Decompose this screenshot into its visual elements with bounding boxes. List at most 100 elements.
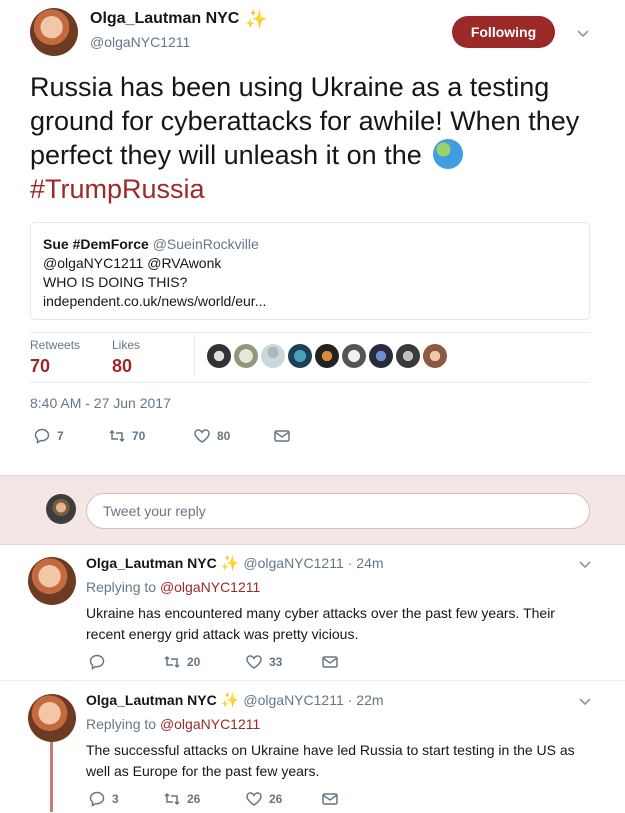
reply-time[interactable]: · 24m — [348, 555, 384, 571]
reply-icon — [34, 428, 50, 444]
retweets-stat[interactable]: Retweets 70 — [30, 338, 80, 377]
reply-author-avatar[interactable] — [28, 694, 76, 742]
like-button[interactable]: 80 — [193, 427, 273, 445]
like-count: 80 — [217, 429, 231, 443]
retweets-count: 70 — [30, 356, 51, 376]
quoted-author-name: Sue #DemForce — [43, 236, 149, 252]
reply-tweet[interactable]: Olga_Lautman NYC ✨ @olgaNYC1211 · 24m Re… — [0, 545, 625, 681]
direct-message-button[interactable] — [321, 653, 339, 671]
reply-input[interactable]: Tweet your reply — [86, 493, 590, 529]
reply-count: 3 — [112, 792, 119, 806]
liker-avatar[interactable] — [261, 344, 285, 368]
retweet-button[interactable]: 26 — [163, 790, 245, 808]
likes-stat[interactable]: Likes 80 — [112, 338, 140, 377]
liker-avatar[interactable] — [288, 344, 312, 368]
reply-count: 7 — [57, 429, 64, 443]
liker-avatar[interactable] — [342, 344, 366, 368]
retweet-button[interactable]: 70 — [108, 427, 193, 445]
retweet-icon — [164, 655, 180, 669]
reply-text: Ukraine has encountered many cyber attac… — [86, 605, 555, 642]
sparkles-icon: ✨ — [220, 691, 240, 709]
hashtag-link[interactable]: #TrumpRussia — [30, 174, 205, 204]
reply-button[interactable] — [88, 653, 163, 671]
thread-connector-line — [50, 742, 53, 812]
reply-time[interactable]: · 22m — [348, 692, 384, 708]
reply-icon — [89, 791, 105, 807]
retweet-count: 26 — [187, 792, 201, 806]
chevron-down-icon[interactable] — [578, 694, 592, 708]
divider — [30, 332, 590, 333]
current-user-avatar — [46, 494, 76, 524]
envelope-icon — [322, 793, 338, 805]
retweet-icon — [109, 429, 125, 443]
likes-count: 80 — [112, 356, 133, 376]
liker-avatar[interactable] — [369, 344, 393, 368]
reply-text: The successful attacks on Ukraine have l… — [86, 742, 575, 779]
replying-to-handle[interactable]: @olgaNYC1211 — [160, 716, 260, 732]
tweet-actions: 7 70 80 — [33, 427, 291, 445]
tweet-body: Russia has been using Ukraine as a testi… — [30, 72, 580, 170]
like-count: 33 — [269, 655, 283, 669]
reply-author-handle[interactable]: @olgaNYC1211 — [243, 555, 343, 571]
following-button[interactable]: Following — [452, 16, 555, 48]
replying-to: Replying to @olgaNYC1211 — [86, 579, 260, 595]
reply-button[interactable]: 7 — [33, 427, 108, 445]
reply-actions: 3 26 26 — [88, 790, 339, 808]
reply-actions: 20 33 — [88, 653, 339, 671]
chevron-down-icon[interactable] — [576, 26, 590, 40]
like-button[interactable]: 26 — [245, 790, 321, 808]
like-button[interactable]: 33 — [245, 653, 321, 671]
author-avatar[interactable] — [30, 8, 78, 56]
likes-label: Likes — [112, 338, 141, 352]
liker-avatar[interactable] — [207, 344, 231, 368]
liker-avatar[interactable] — [234, 344, 258, 368]
reply-author-name[interactable]: Olga_Lautman NYC — [86, 692, 217, 708]
heart-icon — [194, 429, 210, 443]
liker-avatar[interactable] — [396, 344, 420, 368]
reply-header: Olga_Lautman NYC ✨ @olgaNYC1211 · 22m — [86, 692, 384, 708]
globe-icon — [433, 139, 464, 169]
quoted-line-2: WHO IS DOING THIS? — [43, 274, 188, 290]
sparkles-icon: ✨ — [220, 554, 240, 572]
liker-avatar[interactable] — [423, 344, 447, 368]
replying-to-prefix: Replying to — [86, 579, 157, 595]
retweet-icon — [164, 792, 180, 806]
replying-to: Replying to @olgaNYC1211 — [86, 716, 260, 732]
reply-author-handle[interactable]: @olgaNYC1211 — [243, 692, 343, 708]
retweets-label: Retweets — [30, 338, 81, 352]
reply-tweet[interactable]: Olga_Lautman NYC ✨ @olgaNYC1211 · 22m Re… — [0, 682, 625, 813]
chevron-down-icon[interactable] — [578, 557, 592, 571]
tweet-timestamp[interactable]: 8:40 AM - 27 Jun 2017 — [30, 395, 171, 411]
reply-icon — [89, 654, 105, 670]
author-name-text[interactable]: Olga_Lautman NYC — [90, 10, 239, 28]
replying-to-prefix: Replying to — [86, 716, 157, 732]
direct-message-button[interactable] — [273, 427, 291, 445]
quoted-line-1: @olgaNYC1211 @RVAwonk — [43, 255, 222, 271]
sparkles-icon: ✨ — [245, 9, 268, 29]
reply-author-avatar[interactable] — [28, 557, 76, 605]
retweet-count: 70 — [132, 429, 146, 443]
author-name[interactable]: Olga_Lautman NYC ✨ — [90, 10, 268, 28]
heart-icon — [246, 655, 262, 669]
quoted-tweet[interactable]: Sue #DemForce @SueinRockville @olgaNYC12… — [30, 222, 590, 320]
reply-header: Olga_Lautman NYC ✨ @olgaNYC1211 · 24m — [86, 555, 384, 571]
reply-author-name[interactable]: Olga_Lautman NYC — [86, 555, 217, 571]
liker-avatar[interactable] — [315, 344, 339, 368]
replying-to-handle[interactable]: @olgaNYC1211 — [160, 579, 260, 595]
stat-separator — [194, 334, 195, 376]
reply-button[interactable]: 3 — [88, 790, 163, 808]
reply-compose-bar: Tweet your reply — [0, 475, 625, 545]
quoted-link[interactable]: independent.co.uk/news/world/eur... — [43, 292, 577, 311]
quoted-author-handle: @SueinRockville — [152, 236, 259, 252]
envelope-icon — [274, 430, 290, 442]
retweet-count: 20 — [187, 655, 201, 669]
envelope-icon — [322, 656, 338, 668]
divider — [30, 382, 590, 383]
heart-icon — [246, 792, 262, 806]
retweet-button[interactable]: 20 — [163, 653, 245, 671]
like-count: 26 — [269, 792, 283, 806]
likers-avatars[interactable] — [207, 344, 447, 368]
direct-message-button[interactable] — [321, 790, 339, 808]
tweet-text: Russia has been using Ukraine as a testi… — [30, 70, 590, 206]
author-handle[interactable]: @olgaNYC1211 — [90, 34, 190, 50]
